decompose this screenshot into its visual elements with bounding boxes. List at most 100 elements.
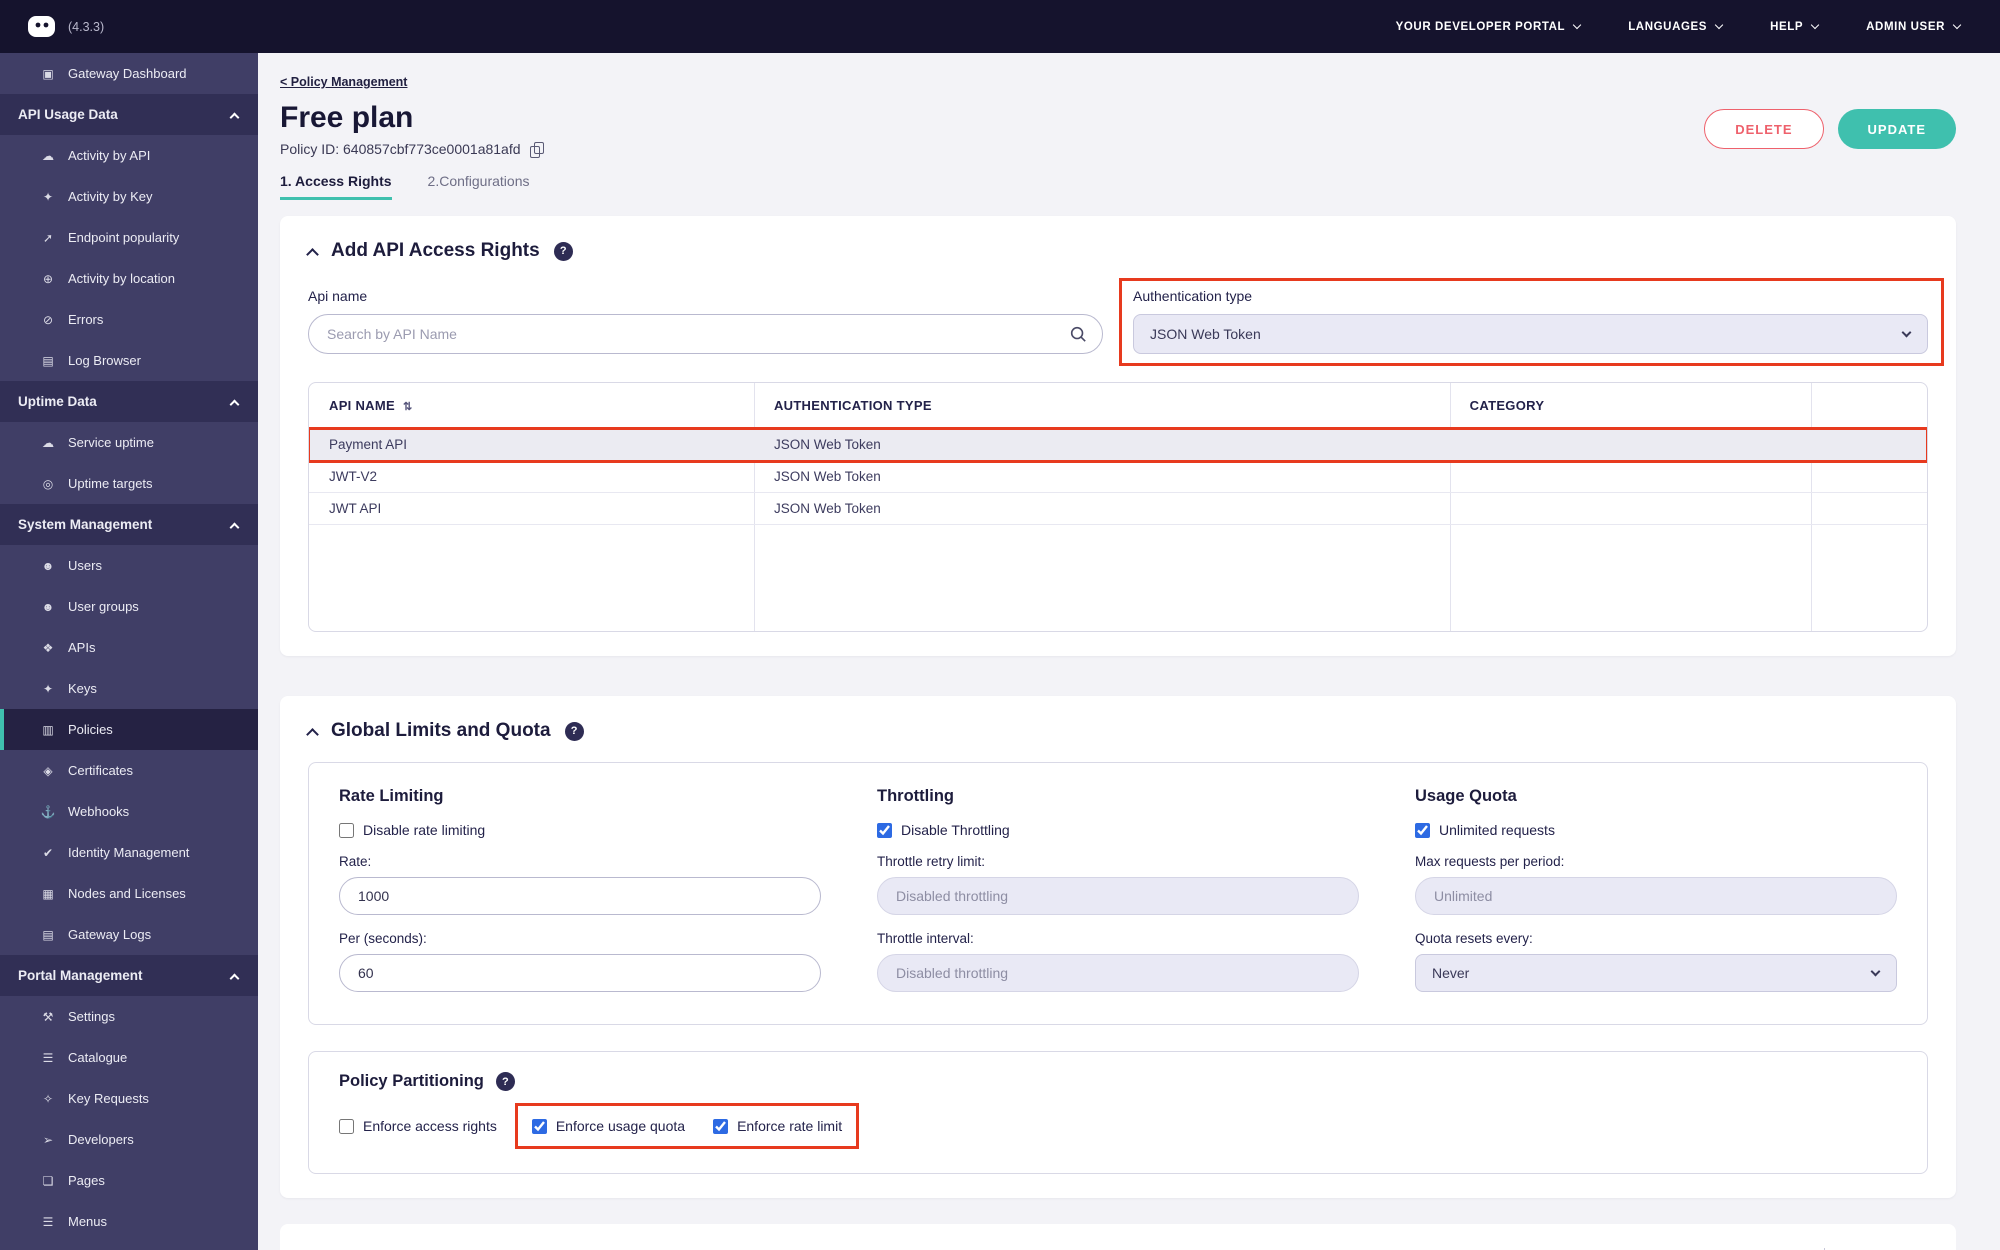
per-seconds-input[interactable]	[339, 954, 821, 992]
sidebar-section-portal-management[interactable]: Portal Management	[0, 955, 258, 996]
rate-label: Rate:	[339, 854, 372, 869]
sidebar-item-settings[interactable]: ⚒ Settings	[0, 996, 258, 1037]
sidebar-section-label: API Usage Data	[18, 107, 118, 122]
settings-icon: ⚒	[42, 1009, 54, 1024]
help-icon[interactable]: ?	[564, 721, 584, 741]
max-requests-label: Max requests per period:	[1415, 854, 1565, 869]
sidebar-item-label: Identity Management	[68, 845, 190, 860]
developers-icon: ➢	[42, 1132, 54, 1147]
checkbox-label: Disable Throttling	[901, 822, 1010, 838]
sidebar-item-label: Service uptime	[68, 435, 154, 450]
catalogue-icon: ☰	[42, 1050, 54, 1065]
table-row[interactable]: JWT API JSON Web Token	[309, 493, 1927, 525]
auth-type-label: Authentication type	[1133, 288, 1253, 304]
enforce-rate-limit-checkbox[interactable]	[713, 1118, 729, 1134]
sidebar-section-uptime-data[interactable]: Uptime Data	[0, 381, 258, 422]
identity-icon: ✔	[42, 845, 54, 860]
sidebar-section-system-management[interactable]: System Management	[0, 504, 258, 545]
menu-admin-user[interactable]: ADMIN USER	[1866, 20, 1962, 33]
chevron-down-icon	[1810, 20, 1820, 29]
menu-help[interactable]: HELP	[1770, 20, 1820, 33]
sidebar-item-gateway-logs[interactable]: ▤ Gateway Logs	[0, 914, 258, 955]
sidebar-section-api-usage-data[interactable]: API Usage Data	[0, 94, 258, 135]
collapse-chevron-icon[interactable]	[306, 728, 319, 741]
pages-icon: ❏	[42, 1173, 54, 1188]
menu-developer-portal[interactable]: YOUR DEVELOPER PORTAL	[1395, 20, 1582, 33]
quota-resets-select[interactable]: Never	[1415, 954, 1897, 992]
sidebar-item-keys[interactable]: ✦ Keys	[0, 668, 258, 709]
sidebar-item-uptime-targets[interactable]: ◎ Uptime targets	[0, 463, 258, 504]
enforce-access-rights-checkbox[interactable]	[339, 1118, 354, 1134]
sidebar-item-activity-by-location[interactable]: ⊕ Activity by location	[0, 258, 258, 299]
error-icon: ⊘	[42, 312, 54, 327]
enforce-usage-quota-checkbox[interactable]	[531, 1118, 547, 1134]
sidebar-item-developers[interactable]: ➢ Developers	[0, 1119, 258, 1160]
sidebar-item-log-browser[interactable]: ▤ Log Browser	[0, 340, 258, 381]
api-search-input[interactable]	[308, 314, 1103, 354]
trend-icon: ➚	[42, 230, 54, 245]
menu-label: HELP	[1770, 20, 1804, 33]
auth-type-select[interactable]: JSON Web Token	[1133, 314, 1928, 354]
sidebar-item-activity-by-api[interactable]: ☁ Activity by API	[0, 135, 258, 176]
table-row[interactable]: JWT-V2 JSON Web Token	[309, 461, 1927, 493]
sidebar-item-activity-by-key[interactable]: ✦ Activity by Key	[0, 176, 258, 217]
sidebar-item-label: Activity by API	[68, 148, 151, 163]
table-row[interactable]: Payment API JSON Web Token	[309, 427, 1927, 463]
help-icon[interactable]: ?	[495, 1072, 515, 1091]
sidebar-item-gateway-dashboard[interactable]: ▣ Gateway Dashboard	[0, 53, 258, 94]
key-requests-icon: ✧	[42, 1091, 54, 1106]
sidebar-item-apis[interactable]: ❖ APIs	[0, 627, 258, 668]
limits-box: Rate Limiting Disable rate limiting Rate…	[308, 762, 1928, 1025]
sidebar-item-webhooks[interactable]: ⚓ Webhooks	[0, 791, 258, 832]
throttle-retry-label: Throttle retry limit:	[877, 854, 986, 869]
annotation-box-partition-checkboxes: Enforce usage quota Enforce rate limit	[514, 1103, 860, 1149]
sidebar-item-pages[interactable]: ❏ Pages	[0, 1160, 258, 1201]
disable-rate-limiting-checkbox[interactable]	[339, 822, 354, 838]
sidebar-section-label: System Management	[18, 517, 153, 532]
checkbox-label: Enforce access rights	[363, 1118, 497, 1134]
menu-languages[interactable]: LANGUAGES	[1628, 20, 1724, 33]
table-header-row: API NAME ⇅ AUTHENTICATION TYPE CATEGORY	[309, 383, 1927, 429]
menu-label: YOUR DEVELOPER PORTAL	[1395, 20, 1566, 33]
sidebar-item-service-uptime[interactable]: ☁ Service uptime	[0, 422, 258, 463]
delete-button[interactable]: DELETE	[1704, 109, 1824, 149]
update-button[interactable]: UPDATE	[1837, 109, 1956, 149]
chevron-down-icon	[1572, 20, 1582, 29]
collapse-chevron-icon[interactable]	[306, 248, 319, 261]
unlimited-requests-checkbox[interactable]	[1415, 822, 1430, 838]
chevron-up-icon	[229, 973, 240, 983]
policy-id: Policy ID: 640857cbf773ce0001a81afd	[280, 141, 521, 157]
sidebar-item-user-groups[interactable]: ☻ User groups	[0, 586, 258, 627]
cloud-icon: ☁	[42, 435, 54, 450]
sidebar-item-catalogue[interactable]: ☰ Catalogue	[0, 1037, 258, 1078]
card-global-limits: Global Limits and Quota ? Rate Limiting …	[280, 696, 1956, 1198]
sidebar-item-policies[interactable]: ▥ Policies	[0, 709, 258, 750]
sidebar-item-label: Nodes and Licenses	[68, 886, 186, 901]
throttle-interval-label: Throttle interval:	[877, 931, 974, 946]
quota-resets-label: Quota resets every:	[1415, 931, 1533, 946]
rate-input[interactable]	[339, 877, 821, 915]
column-header-api-name[interactable]: API NAME ⇅	[309, 398, 754, 413]
sidebar-item-menus[interactable]: ☰ Menus	[0, 1201, 258, 1242]
tab-configurations[interactable]: 2.Configurations	[428, 173, 530, 200]
cell-auth-type: JSON Web Token	[773, 437, 881, 452]
rate-limiting-column: Rate Limiting Disable rate limiting Rate…	[339, 787, 821, 992]
sidebar-item-errors[interactable]: ⊘ Errors	[0, 299, 258, 340]
chevron-down-icon	[1901, 327, 1912, 338]
help-icon[interactable]: ?	[553, 241, 573, 261]
sidebar-item-users[interactable]: ☻ Users	[0, 545, 258, 586]
sidebar-item-label: Activity by location	[68, 271, 175, 286]
tab-access-rights[interactable]: 1. Access Rights	[280, 173, 392, 200]
sidebar-item-endpoint-popularity[interactable]: ➚ Endpoint popularity	[0, 217, 258, 258]
sidebar-item-identity-management[interactable]: ✔ Identity Management	[0, 832, 258, 873]
column-header-auth-type: AUTHENTICATION TYPE	[773, 398, 932, 413]
disable-throttling-checkbox[interactable]	[877, 822, 892, 838]
sidebar-item-nodes-and-licenses[interactable]: ▦ Nodes and Licenses	[0, 873, 258, 914]
sidebar-item-key-requests[interactable]: ✧ Key Requests	[0, 1078, 258, 1119]
breadcrumb[interactable]: < Policy Management	[280, 75, 407, 89]
chevron-up-icon	[229, 399, 240, 409]
usage-quota-title: Usage Quota	[1415, 787, 1517, 805]
sidebar-item-certificates[interactable]: ◈ Certificates	[0, 750, 258, 791]
sidebar-item-label: Gateway Logs	[68, 927, 152, 942]
copy-icon[interactable]	[529, 141, 544, 158]
